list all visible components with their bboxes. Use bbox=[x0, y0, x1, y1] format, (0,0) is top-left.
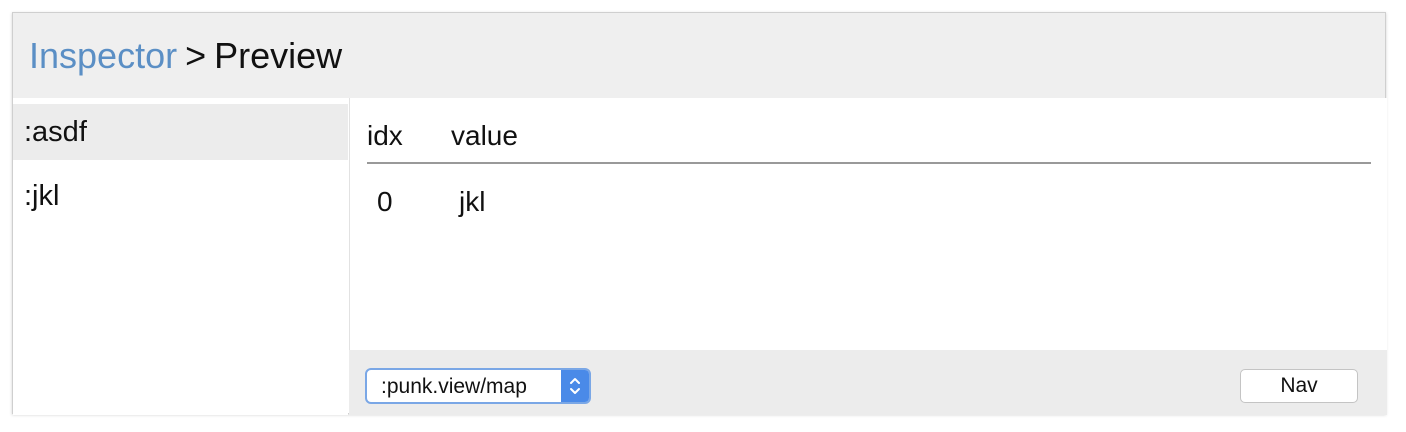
sidebar-item-label: :asdf bbox=[24, 116, 87, 148]
inspector-window: Inspector > Preview :asdf :jkl idx value 0… bbox=[12, 12, 1387, 415]
column-header-idx: idx bbox=[367, 120, 403, 151]
table-header: idx value bbox=[367, 118, 1371, 164]
cell-idx: 0 bbox=[377, 186, 393, 217]
sidebar-item-asdf[interactable]: :asdf bbox=[13, 104, 348, 160]
table-row[interactable]: 0 jkl bbox=[367, 164, 1371, 234]
view-select-value: :punk.view/map bbox=[381, 375, 527, 398]
cell-value: jkl bbox=[459, 186, 486, 217]
footer-bar: :punk.view/map Nav bbox=[349, 350, 1387, 415]
sidebar-item-jkl[interactable]: :jkl bbox=[13, 168, 348, 224]
breadcrumb-link-inspector[interactable]: Inspector bbox=[29, 35, 177, 76]
breadcrumb-separator: > bbox=[185, 35, 207, 76]
data-table: idx value 0 jkl bbox=[367, 118, 1371, 234]
view-select[interactable]: :punk.view/map bbox=[365, 368, 591, 404]
column-header-value: value bbox=[451, 120, 518, 151]
header: Inspector > Preview bbox=[13, 13, 1385, 98]
sidebar: :asdf :jkl bbox=[13, 104, 348, 415]
sidebar-item-label: :jkl bbox=[24, 180, 60, 212]
nav-button[interactable]: Nav bbox=[1240, 369, 1358, 403]
up-down-chevron-icon bbox=[561, 370, 589, 402]
page-title: Preview bbox=[214, 35, 343, 76]
preview-panel: idx value 0 jkl bbox=[349, 98, 1387, 350]
breadcrumb: Inspector > Preview bbox=[29, 35, 342, 76]
